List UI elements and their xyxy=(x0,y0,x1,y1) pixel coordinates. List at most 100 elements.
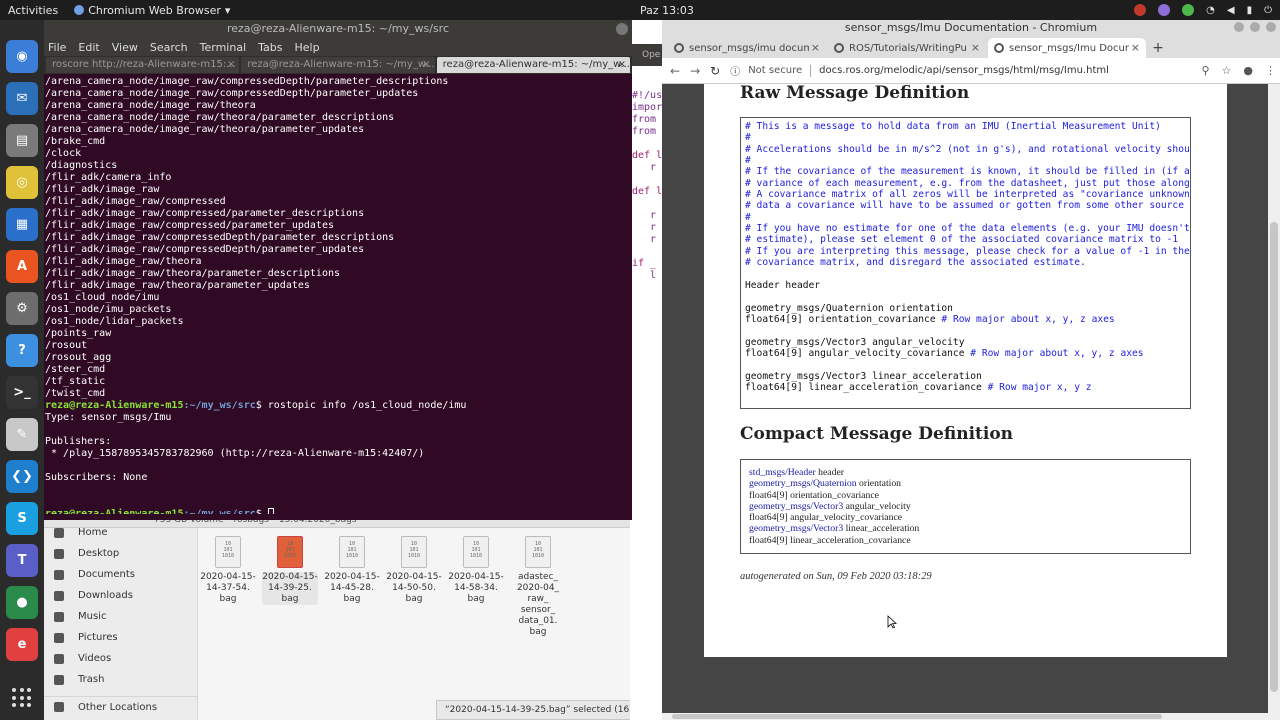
teams-icon[interactable]: T xyxy=(6,544,38,577)
terminal-titlebar[interactable]: reza@reza-Alienware-m15: ~/my_ws/src xyxy=(44,20,632,38)
sidebar-item-music[interactable]: Music xyxy=(44,606,197,627)
file-item[interactable]: 10 101 1010 2020-04-15- 14-58-34. bag xyxy=(447,536,505,638)
terminal-line: /arena_camera_node/image_raw/compressedD… xyxy=(45,76,449,87)
reload-icon[interactable]: ↻ xyxy=(710,64,720,78)
terminal-tab[interactable]: roscore http://reza-Alienware-m15:... × xyxy=(46,57,240,73)
menu-item-tabs[interactable]: Tabs xyxy=(258,41,282,54)
rhythmbox-icon[interactable]: ◎ xyxy=(6,166,38,199)
menu-item-file[interactable]: File xyxy=(48,41,66,54)
horizontal-scrollbar[interactable] xyxy=(662,713,1268,720)
presentation-icon[interactable]: e xyxy=(6,628,38,661)
globe-icon xyxy=(994,43,1004,53)
minimize-icon[interactable] xyxy=(1234,22,1244,32)
url-text[interactable]: docs.ros.org/melodic/api/sensor_msgs/htm… xyxy=(819,65,1109,76)
close-icon[interactable] xyxy=(1266,22,1276,32)
close-icon[interactable]: × xyxy=(971,41,980,54)
menu-kebab-icon[interactable]: ⋮ xyxy=(1265,64,1276,77)
file-item[interactable]: 10 101 1010 2020-04-15- 14-37-54. bag xyxy=(199,536,257,638)
info-icon[interactable]: ⓘ xyxy=(730,63,740,78)
power-icon[interactable]: ⏻ xyxy=(1264,5,1272,16)
show-applications-icon[interactable] xyxy=(12,688,32,708)
vertical-scrollbar[interactable] xyxy=(1268,84,1280,720)
menu-item-help[interactable]: Help xyxy=(295,41,320,54)
close-icon[interactable] xyxy=(616,23,628,35)
app-menu[interactable]: Chromium Web Browser ▾ xyxy=(74,4,230,17)
vscode-icon[interactable]: ❮❯ xyxy=(6,460,38,493)
scroll-thumb[interactable] xyxy=(1270,222,1278,692)
close-icon[interactable]: × xyxy=(422,57,430,73)
file-item[interactable]: 10 101 1010 2020-04-15- 14-39-25. bag xyxy=(261,536,319,638)
terminal-icon[interactable]: >_ xyxy=(6,376,38,409)
file-item[interactable]: 10 101 1010 adastec_ 2020-04_ raw_ sensor_ da… xyxy=(509,536,567,638)
compact-field-text: orientation xyxy=(856,478,902,490)
sidebar-item-trash[interactable]: Trash xyxy=(44,669,197,690)
volume-icon[interactable]: ◀ xyxy=(1227,5,1235,16)
menu-item-search[interactable]: Search xyxy=(150,41,188,54)
browser-tab[interactable]: sensor_msgs/imu docum × xyxy=(668,38,826,58)
chromium-titlebar[interactable]: sensor_msgs/Imu Documentation - Chromium xyxy=(662,20,1280,36)
browser-tab[interactable]: sensor_msgs/Imu Docum × xyxy=(988,38,1146,58)
hscroll-thumb[interactable] xyxy=(672,714,1162,719)
close-icon[interactable]: × xyxy=(618,57,626,73)
file-item[interactable]: 10 101 1010 2020-04-15- 14-50-50. bag xyxy=(385,536,443,638)
editor-code[interactable]: #!/us impor from from def l r def l r r r i… xyxy=(630,90,664,282)
chromium-icon[interactable]: ◉ xyxy=(6,40,38,73)
zoom-icon[interactable]: ⚲ xyxy=(1201,64,1209,77)
libreoffice-writer-icon[interactable]: ▦ xyxy=(6,208,38,241)
trash-icon xyxy=(54,674,64,685)
software-center-icon[interactable]: A xyxy=(6,250,38,283)
terminal-tab[interactable]: reza@reza-Alienware-m15: ~/my_w... × xyxy=(241,57,435,73)
sidebar-item-downloads[interactable]: Downloads xyxy=(44,585,197,606)
skype-icon[interactable]: S xyxy=(6,502,38,535)
files-icon[interactable]: ▤ xyxy=(6,124,38,157)
forward-icon[interactable]: → xyxy=(690,64,700,78)
sidebar-item-other-locations[interactable]: Other Locations xyxy=(44,696,197,717)
help-icon[interactable]: ? xyxy=(6,334,38,367)
record-icon[interactable] xyxy=(1134,4,1147,16)
menu-item-terminal[interactable]: Terminal xyxy=(200,41,247,54)
type-link[interactable]: geometry_msgs/Quaternion xyxy=(749,478,857,489)
sidebar-item-pictures[interactable]: Pictures xyxy=(44,627,197,648)
clock[interactable]: Paz 13:03 xyxy=(640,4,694,17)
menu-item-edit[interactable]: Edit xyxy=(78,41,99,54)
thunderbird-icon[interactable]: ✉ xyxy=(6,82,38,115)
wifi-icon[interactable]: ◔ xyxy=(1206,5,1215,16)
sidebar-item-videos[interactable]: Videos xyxy=(44,648,197,669)
settings-icon[interactable]: ⚙ xyxy=(6,292,38,325)
close-icon[interactable]: × xyxy=(227,57,235,73)
sidebar-item-home[interactable]: Home xyxy=(44,522,197,543)
browser-tab[interactable]: ROS/Tutorials/WritingPu × xyxy=(828,38,986,58)
camera-icon[interactable]: ● xyxy=(6,586,38,619)
page-viewport[interactable]: Raw Message Definition # This is a messa… xyxy=(662,84,1280,720)
extension-icon[interactable] xyxy=(1158,4,1171,16)
close-icon[interactable]: × xyxy=(1131,41,1140,54)
terminal-output[interactable]: /arena_camera_node/image_raw/compressedD… xyxy=(44,74,632,514)
profile-icon[interactable]: ● xyxy=(1243,64,1253,77)
file-item[interactable]: 10 101 1010 2020-04-15- 14-45-28. bag xyxy=(323,536,381,638)
close-icon[interactable]: × xyxy=(811,41,820,54)
type-link[interactable]: geometry_msgs/Vector3 xyxy=(749,523,843,534)
sidebar-item-documents[interactable]: Documents xyxy=(44,564,197,585)
editor-line: #!/us xyxy=(632,90,663,101)
terminal-line: /os1_cloud_node/imu xyxy=(45,292,160,303)
address-bar[interactable]: ⓘ Not secure docs.ros.org/melodic/api/se… xyxy=(730,61,1276,81)
type-link[interactable]: std_msgs/Header xyxy=(749,467,816,478)
file-name-line: sensor_ xyxy=(520,605,556,615)
sidebar-item-desktop[interactable]: Desktop xyxy=(44,543,197,564)
editor-line: def l xyxy=(632,186,663,197)
menu-item-view[interactable]: View xyxy=(112,41,138,54)
terminal-tab[interactable]: reza@reza-Alienware-m15: ~/my_w... × xyxy=(436,57,630,73)
new-tab-button[interactable]: + xyxy=(1148,38,1168,58)
bookmark-star-icon[interactable]: ☆ xyxy=(1222,64,1232,77)
type-link[interactable]: geometry_msgs/Vector3 xyxy=(749,501,843,512)
back-icon[interactable]: ← xyxy=(670,64,680,78)
field-line xyxy=(745,291,1186,302)
system-tray[interactable]: ◔ ◀ ▮ ⏻ xyxy=(1134,4,1272,16)
sidebar-item-label: Trash xyxy=(78,674,105,685)
update-icon[interactable] xyxy=(1182,4,1195,16)
maximize-icon[interactable] xyxy=(1250,22,1260,32)
text-editor-icon[interactable]: ✎ xyxy=(6,418,38,451)
battery-icon[interactable]: ▮ xyxy=(1247,5,1253,16)
activities-button[interactable]: Activities xyxy=(0,4,66,17)
